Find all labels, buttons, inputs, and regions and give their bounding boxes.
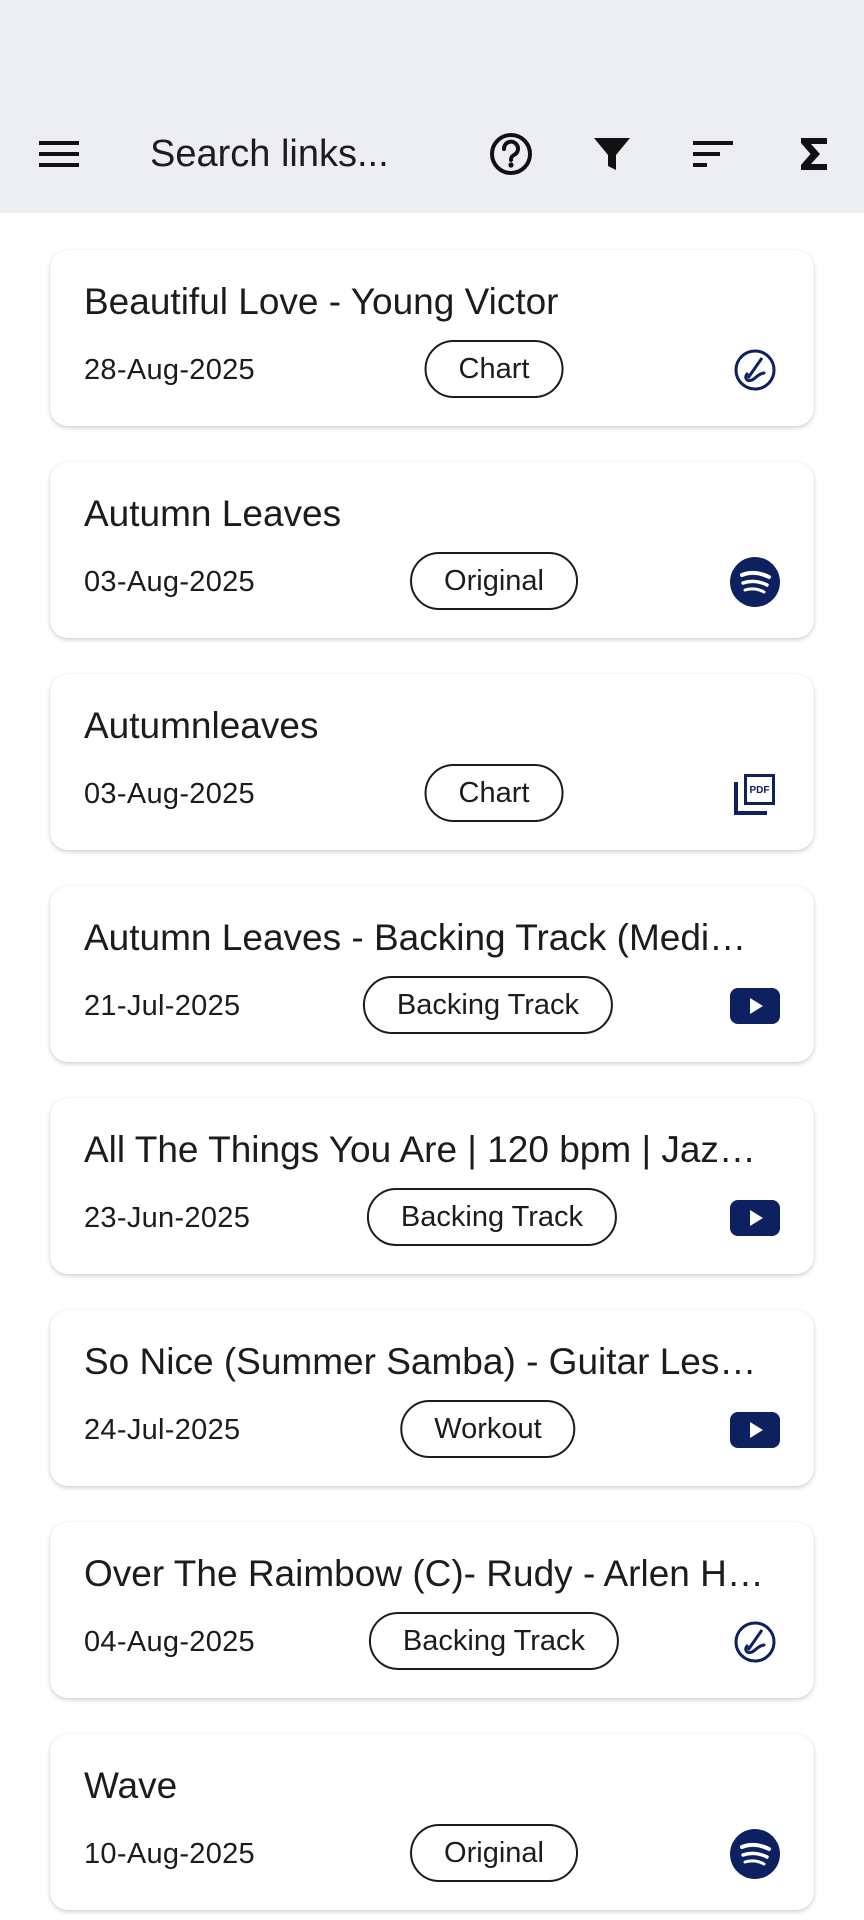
link-title: Autumn Leaves (84, 493, 342, 534)
link-card[interactable]: All The Things You Are | 120 bpm | Jaz… … (50, 1098, 814, 1274)
link-title: So Nice (Summer Samba) - Guitar Les… (84, 1341, 757, 1382)
sort-icon[interactable] (678, 95, 748, 213)
svg-text:PDF: PDF (750, 785, 770, 796)
link-card[interactable]: Autumn Leaves 03-Aug-2025 Original (50, 462, 814, 638)
help-circle-icon[interactable] (476, 95, 546, 213)
tag-chip[interactable]: Original (410, 1824, 578, 1882)
youtube-icon[interactable] (730, 1405, 780, 1455)
filter-icon[interactable] (577, 95, 647, 213)
link-title: Beautiful Love - Young Victor (84, 281, 559, 322)
link-date: 04-Aug-2025 (84, 1626, 255, 1658)
status-bar (0, 0, 864, 95)
link-title: All The Things You Are | 120 bpm | Jaz… (84, 1129, 756, 1170)
sigma-icon[interactable] (779, 95, 849, 213)
top-toolbar (0, 95, 864, 213)
link-card[interactable]: Autumn Leaves - Backing Track (Medi… 21-… (50, 886, 814, 1062)
tag-chip[interactable]: Chart (424, 340, 564, 398)
spotify-icon[interactable] (730, 1829, 780, 1879)
link-card[interactable]: Over The Raimbow (C)- Rudy - Arlen H… 04… (50, 1522, 814, 1698)
link-title: Autumn Leaves - Backing Track (Medi… (84, 917, 747, 958)
pdf-icon[interactable]: PDF (730, 769, 780, 819)
tag-chip[interactable]: Workout (400, 1400, 576, 1458)
link-card[interactable]: Wave 10-Aug-2025 Original (50, 1734, 814, 1910)
tag-chip[interactable]: Chart (424, 764, 564, 822)
link-title: Over The Raimbow (C)- Rudy - Arlen H… (84, 1553, 764, 1594)
link-date: 03-Aug-2025 (84, 778, 255, 810)
musescore-icon[interactable] (730, 345, 780, 395)
menu-icon[interactable] (24, 95, 94, 213)
tag-chip[interactable]: Backing Track (368, 1612, 620, 1670)
tag-chip[interactable]: Backing Track (366, 1188, 618, 1246)
link-date: 10-Aug-2025 (84, 1838, 255, 1870)
youtube-icon[interactable] (730, 1193, 780, 1243)
link-card[interactable]: Beautiful Love - Young Victor 28-Aug-202… (50, 250, 814, 426)
link-date: 21-Jul-2025 (84, 990, 241, 1022)
link-date: 28-Aug-2025 (84, 354, 255, 386)
link-date: 24-Jul-2025 (84, 1414, 241, 1446)
musescore-icon[interactable] (730, 1617, 780, 1667)
link-title: Autumnleaves (84, 705, 319, 746)
spotify-icon[interactable] (730, 557, 780, 607)
tag-chip[interactable]: Backing Track (362, 976, 614, 1034)
link-date: 23-Jun-2025 (84, 1202, 251, 1234)
youtube-icon[interactable] (730, 981, 780, 1031)
link-card[interactable]: Autumnleaves 03-Aug-2025 Chart PDF (50, 674, 814, 850)
tag-chip[interactable]: Original (410, 552, 578, 610)
link-card[interactable]: So Nice (Summer Samba) - Guitar Les… 24-… (50, 1310, 814, 1486)
link-date: 03-Aug-2025 (84, 566, 255, 598)
search-input[interactable] (150, 128, 450, 180)
link-title: Wave (84, 1765, 178, 1806)
